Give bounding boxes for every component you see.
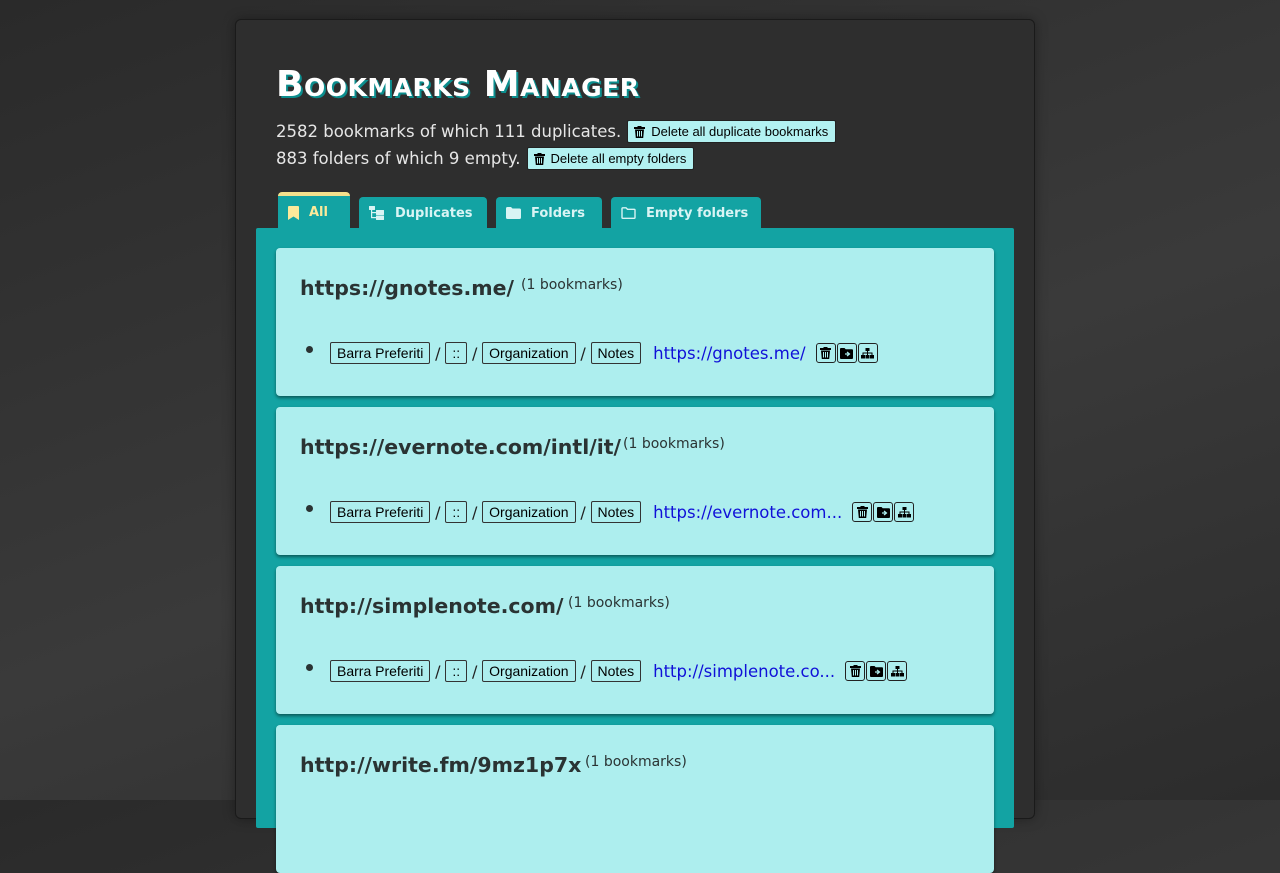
bookmark-count: (1 bookmarks) <box>568 595 670 611</box>
delete-bookmark-button[interactable] <box>845 661 866 681</box>
tab-all[interactable]: All <box>278 192 350 229</box>
trash-icon <box>533 152 545 165</box>
path-folder-button[interactable]: Barra Preferiti <box>330 342 431 364</box>
path-folder-button[interactable]: Organization <box>482 342 576 364</box>
bookmark-list: https://gnotes.me/ (1 bookmarks) Barra P… <box>256 228 1014 873</box>
trash-icon <box>856 506 868 518</box>
delete-bookmark-button[interactable] <box>852 502 873 522</box>
trash-icon <box>849 665 861 677</box>
path-separator: / <box>435 661 441 681</box>
bookmark-actions <box>815 343 879 363</box>
folders-summary: 883 folders of which 9 empty. <box>276 149 521 168</box>
tab-folders[interactable]: Folders <box>496 197 602 229</box>
tab-folders-label: Folders <box>531 205 586 221</box>
bookmarks-summary-row: 2582 bookmarks of which 111 duplicates. … <box>276 120 837 143</box>
path-folder-button[interactable]: Notes <box>590 501 642 523</box>
bookmark-icon <box>288 205 299 220</box>
sitemap-icon <box>897 506 911 517</box>
show-in-tree-button[interactable] <box>887 661 908 681</box>
open-folder-button[interactable] <box>866 661 887 681</box>
open-folder-icon <box>876 506 890 518</box>
path-folder-button[interactable]: Notes <box>590 342 642 364</box>
path-folder-button[interactable]: Organization <box>482 501 576 523</box>
list-bullet <box>306 664 313 671</box>
bookmark-path: Barra Preferiti / :: / Organization / No… <box>330 501 915 523</box>
path-folder-button[interactable]: :: <box>445 501 468 523</box>
tab-duplicates-label: Duplicates <box>395 205 473 221</box>
bookmark-url-title: https://gnotes.me/ <box>300 276 515 300</box>
tab-empty-folders[interactable]: Empty folders <box>611 197 761 229</box>
delete-duplicates-label: Delete all duplicate bookmarks <box>651 124 829 139</box>
bookmark-group-card: https://evernote.com/intl/it/ (1 bookmar… <box>276 407 994 555</box>
path-separator: / <box>580 343 586 363</box>
bookmark-group-card: http://write.fm/9mz1p7x (1 bookmarks) <box>276 725 994 873</box>
folder-icon <box>506 207 521 219</box>
path-folder-button[interactable]: Barra Preferiti <box>330 501 431 523</box>
path-separator: / <box>580 502 586 522</box>
open-folder-button[interactable] <box>873 502 894 522</box>
tab-all-label: All <box>309 205 328 220</box>
tab-duplicates[interactable]: Duplicates <box>359 197 487 229</box>
bookmark-link[interactable]: https://evernote.com... <box>653 503 842 522</box>
page-title: Bookmarks Manager <box>276 64 640 105</box>
sitemap-icon <box>861 347 875 358</box>
path-separator: / <box>471 343 478 363</box>
tab-empty-folders-label: Empty folders <box>646 205 749 221</box>
list-bullet <box>306 346 313 353</box>
path-separator: / <box>471 661 478 681</box>
bookmark-count: (1 bookmarks) <box>521 277 623 293</box>
main-panel: Bookmarks Manager 2582 bookmarks of whic… <box>235 19 1035 873</box>
path-folder-button[interactable]: :: <box>445 660 468 682</box>
path-folder-button[interactable]: :: <box>445 342 468 364</box>
delete-empty-folders-button[interactable]: Delete all empty folders <box>526 147 695 170</box>
folder-tree-icon <box>369 206 384 220</box>
bookmark-actions <box>845 661 908 681</box>
path-folder-button[interactable]: Notes <box>590 660 642 682</box>
bookmark-link[interactable]: http://simplenote.co... <box>653 662 835 681</box>
show-in-tree-button[interactable] <box>894 502 915 522</box>
folders-summary-row: 883 folders of which 9 empty. Delete all… <box>276 147 695 170</box>
folder-outline-icon <box>621 207 636 219</box>
bookmark-url-title: http://write.fm/9mz1p7x <box>300 753 582 777</box>
path-separator: / <box>471 502 478 522</box>
bookmark-link[interactable]: https://gnotes.me/ <box>653 344 805 363</box>
path-separator: / <box>580 661 586 681</box>
delete-bookmark-button[interactable] <box>815 343 836 363</box>
open-folder-icon <box>869 665 883 677</box>
bookmark-path: Barra Preferiti / :: / Organization / No… <box>330 342 879 364</box>
path-separator: / <box>435 343 441 363</box>
show-in-tree-button[interactable] <box>857 343 878 363</box>
path-folder-button[interactable]: Barra Preferiti <box>330 660 431 682</box>
sitemap-icon <box>890 665 904 676</box>
open-folder-button[interactable] <box>836 343 857 363</box>
trash-icon <box>634 125 646 138</box>
delete-duplicates-button[interactable]: Delete all duplicate bookmarks <box>627 120 837 143</box>
bookmark-actions <box>852 502 915 522</box>
bookmark-count: (1 bookmarks) <box>585 754 687 770</box>
path-folder-button[interactable]: Organization <box>482 660 576 682</box>
trash-icon <box>820 347 832 359</box>
bookmark-group-card: https://gnotes.me/ (1 bookmarks) Barra P… <box>276 248 994 396</box>
bookmark-path: Barra Preferiti / :: / Organization / No… <box>330 660 908 682</box>
bookmark-url-title: http://simplenote.com/ <box>300 594 564 618</box>
delete-empty-folders-label: Delete all empty folders <box>550 151 687 166</box>
path-separator: / <box>435 502 441 522</box>
list-bullet <box>306 505 313 512</box>
open-folder-icon <box>840 347 854 359</box>
bookmark-url-title: https://evernote.com/intl/it/ <box>300 435 622 459</box>
bookmark-count: (1 bookmarks) <box>623 436 725 452</box>
bookmark-group-card: http://simplenote.com/ (1 bookmarks) Bar… <box>276 566 994 714</box>
bookmarks-summary: 2582 bookmarks of which 111 duplicates. <box>276 122 622 141</box>
